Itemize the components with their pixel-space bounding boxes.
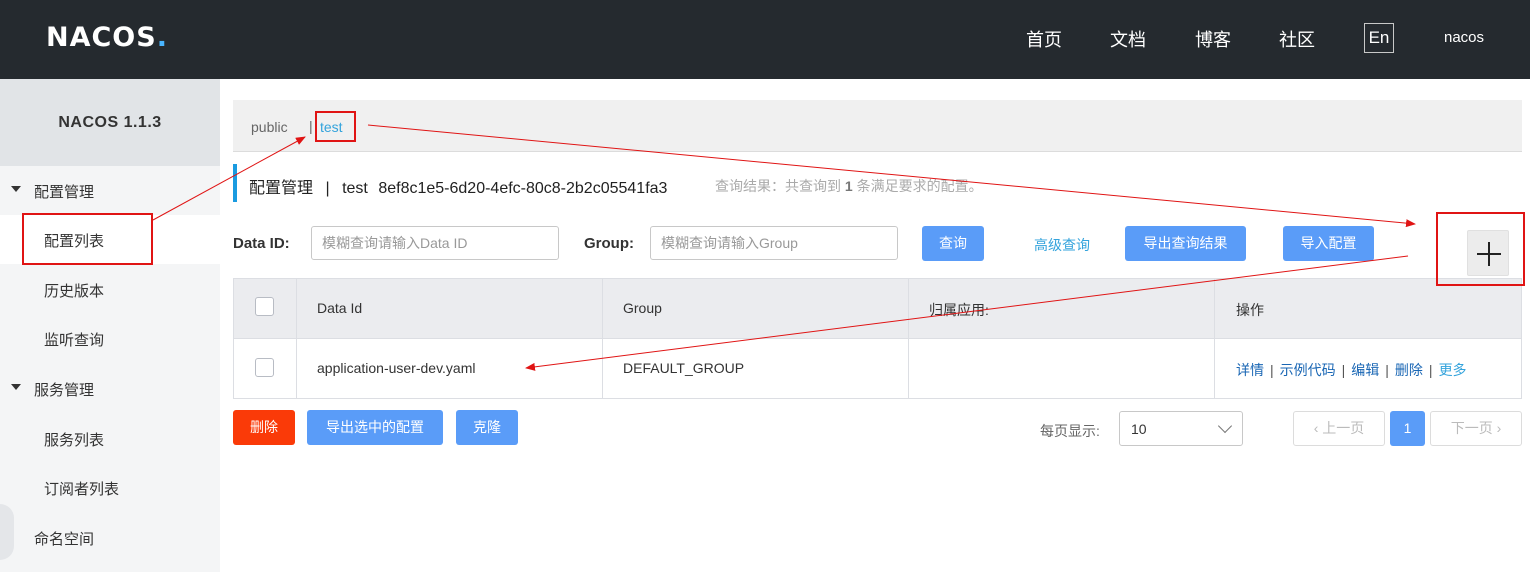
annotation-arrow-to-row bbox=[525, 255, 1409, 371]
annotation-arrow-to-test bbox=[152, 136, 306, 221]
annotation-arrow-to-add bbox=[367, 124, 1416, 228]
annotation-arrows bbox=[152, 124, 1416, 371]
